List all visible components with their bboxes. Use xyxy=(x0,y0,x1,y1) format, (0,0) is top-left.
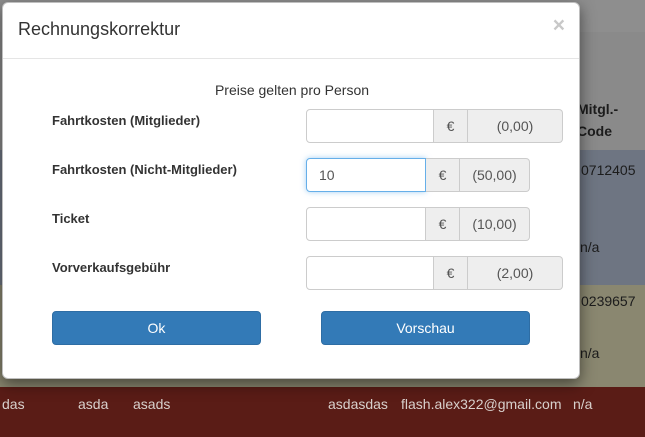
euro-addon: € xyxy=(426,207,460,241)
price-note: Preise gelten pro Person xyxy=(214,82,370,98)
invoice-correction-dialog: Rechnungskorrektur × Preise gelten pro P… xyxy=(2,2,580,379)
price-addon: (50,00) xyxy=(460,158,530,192)
ticket-input[interactable] xyxy=(306,207,426,241)
bg-footer-cell: asdasdas xyxy=(328,396,388,412)
bg-column-header-code: Code xyxy=(577,123,612,139)
bg-footer-cell: asda xyxy=(78,396,109,412)
input-group-ticket: € (10,00) xyxy=(306,207,530,241)
label-ticket: Ticket xyxy=(52,211,90,226)
price-addon: (2,00) xyxy=(468,256,563,290)
input-group-fahrtkosten-nicht-mitglieder: € (50,00) xyxy=(306,158,530,192)
vorverkaufsgebuehr-input[interactable] xyxy=(306,256,434,290)
price-addon: (10,00) xyxy=(460,207,530,241)
modal-header: Rechnungskorrektur × xyxy=(3,3,579,59)
label-vorverkaufsgebuehr: Vorverkaufsgebühr xyxy=(52,260,171,275)
input-group-fahrtkosten-mitglieder: € (0,00) xyxy=(306,109,563,143)
close-icon[interactable]: × xyxy=(553,15,565,36)
bg-footer-email: flash.alex322@gmail.com xyxy=(401,396,562,412)
ok-button[interactable]: Ok xyxy=(52,311,261,345)
bg-table-row xyxy=(0,387,645,437)
bg-cell-code: 0239657 xyxy=(581,293,636,309)
modal-title: Rechnungskorrektur xyxy=(18,19,181,39)
bg-column-header-mitgl: Mitgl.- xyxy=(577,101,619,117)
preview-button[interactable]: Vorschau xyxy=(321,311,530,345)
euro-addon: € xyxy=(434,256,468,290)
input-group-vorverkaufsgebuehr: € (2,00) xyxy=(306,256,563,290)
bg-footer-cell: n/a xyxy=(573,396,593,412)
euro-addon: € xyxy=(426,158,460,192)
bg-footer-cell: das xyxy=(2,396,25,412)
label-fahrtkosten-nicht-mitglieder: Fahrtkosten (Nicht-Mitglieder) xyxy=(52,162,237,177)
label-fahrtkosten-mitglieder: Fahrtkosten (Mitglieder) xyxy=(52,113,201,128)
fahrtkosten-mitglieder-input[interactable] xyxy=(306,109,434,143)
bg-cell-code: 0712405 xyxy=(581,162,636,178)
bg-footer-cell: asads xyxy=(133,396,171,412)
euro-addon: € xyxy=(434,109,468,143)
fahrtkosten-nicht-mitglieder-input[interactable] xyxy=(306,158,426,192)
bg-cell-na: n/a xyxy=(580,345,600,361)
bg-cell-na: n/a xyxy=(580,239,600,255)
price-addon: (0,00) xyxy=(468,109,563,143)
